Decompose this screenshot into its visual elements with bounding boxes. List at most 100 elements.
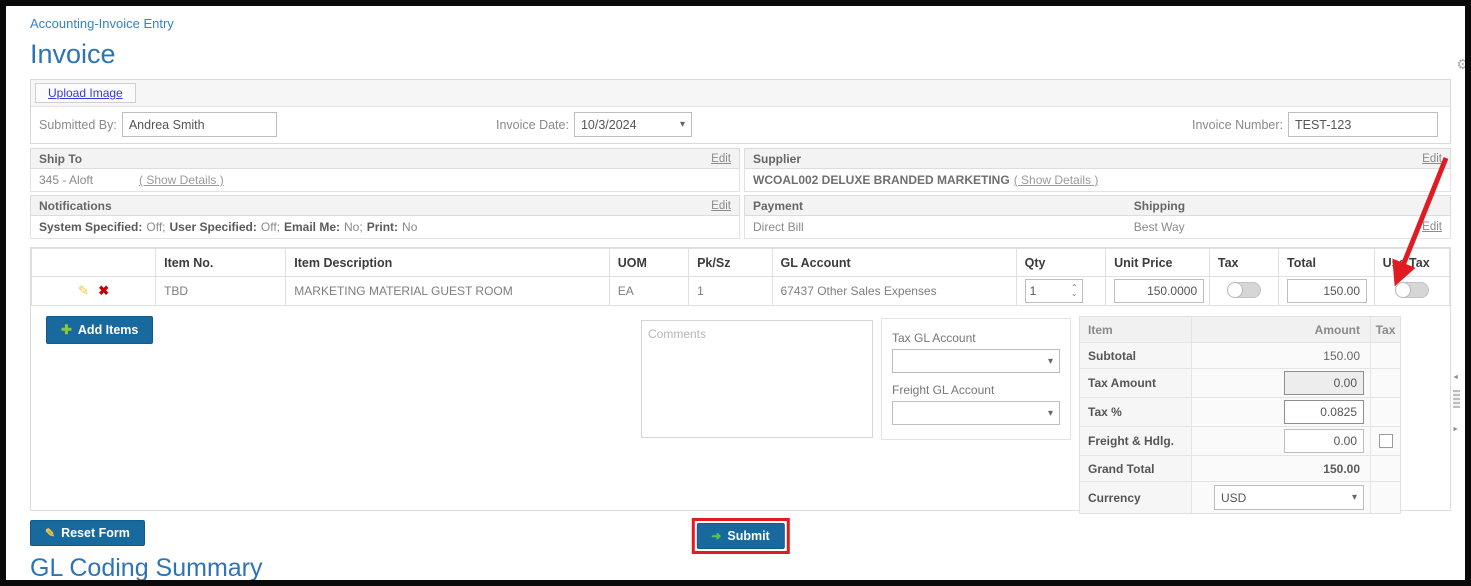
delete-row-icon[interactable]: ✖	[98, 283, 109, 298]
use-tax-toggle[interactable]	[1395, 282, 1429, 298]
reset-form-label: Reset Form	[61, 526, 130, 540]
grand-total-label: Grand Total	[1080, 456, 1192, 481]
submitted-by-label: Submitted By:	[39, 118, 117, 132]
line-items-panel: Item No. Item Description UOM Pk/Sz GL A…	[30, 247, 1451, 511]
unit-price-cell	[1106, 277, 1210, 306]
ship-to-show-details-link[interactable]: ( Show Details )	[139, 173, 224, 187]
notifications-edit-link[interactable]: Edit	[711, 200, 731, 212]
pencil-icon: ✎	[45, 526, 55, 540]
qty-cell: 1 ⌃⌄	[1016, 277, 1106, 306]
comments-textarea[interactable]	[641, 320, 873, 438]
add-items-button[interactable]: ✚ Add Items	[46, 316, 153, 344]
chevron-down-icon: ▾	[680, 119, 685, 130]
freight-row: Freight & Hdlg.	[1080, 427, 1400, 456]
tax-amount-row: Tax Amount	[1080, 369, 1400, 398]
invoice-number-label: Invoice Number:	[1192, 118, 1283, 132]
supplier-section: Supplier Edit WCOAL002 DELUXE BRANDED MA…	[744, 148, 1451, 192]
invoice-toolbar: Upload Image	[31, 80, 1450, 107]
gear-icon[interactable]: ⚙	[1456, 56, 1469, 73]
qty-stepper[interactable]: 1 ⌃⌄	[1025, 279, 1083, 303]
unit-price-input[interactable]	[1114, 279, 1204, 303]
plus-icon: ✚	[61, 322, 72, 338]
reset-form-button[interactable]: ✎ Reset Form	[30, 520, 145, 546]
subtotal-value: 150.00	[1192, 349, 1370, 363]
edit-row-icon[interactable]: ✎	[78, 283, 89, 298]
add-items-container: ✚ Add Items	[46, 316, 153, 344]
summary-tax-header: Tax	[1370, 317, 1400, 342]
pk-sz-cell: 1	[689, 277, 772, 306]
bottom-actions: ✎ Reset Form ➜ Submit	[30, 520, 1451, 553]
col-qty: Qty	[1016, 249, 1106, 277]
freight-input[interactable]	[1284, 429, 1364, 453]
tax-amount-input[interactable]	[1284, 371, 1364, 395]
header-fields-row: Submitted By: Invoice Date: 10/3/2024 ▾ …	[31, 107, 1450, 143]
uom-cell: EA	[609, 277, 688, 306]
payment-title: Payment	[753, 199, 803, 213]
upload-image-button[interactable]: Upload Image	[35, 83, 136, 103]
col-tax: Tax	[1209, 249, 1278, 277]
ship-to-edit-link[interactable]: Edit	[711, 153, 731, 165]
submit-button[interactable]: ➜ Submit	[696, 523, 784, 549]
summary-header-row: Item Amount Tax	[1080, 317, 1400, 343]
ship-to-title: Ship To	[39, 152, 82, 166]
scrollbar-grip[interactable]	[1453, 390, 1460, 408]
grand-total-value: 150.00	[1192, 462, 1370, 476]
row-actions-cell: ✎ ✖	[32, 277, 156, 306]
breadcrumb[interactable]: Accounting-Invoice Entry	[30, 16, 1451, 31]
invoice-date-select[interactable]: 10/3/2024 ▾	[574, 112, 692, 137]
tax-percent-label: Tax %	[1080, 398, 1192, 426]
currency-select[interactable]: USD ▾	[1214, 485, 1364, 510]
add-items-label: Add Items	[78, 323, 138, 337]
supplier-edit-link[interactable]: Edit	[1422, 153, 1442, 165]
chevron-down-icon: ▾	[1048, 408, 1053, 419]
col-total: Total	[1279, 249, 1375, 277]
shipping-edit-link[interactable]: Edit	[1422, 221, 1442, 233]
total-input[interactable]	[1287, 279, 1367, 303]
screenshot-frame: Accounting-Invoice Entry Invoice ⚙ Uploa…	[0, 0, 1471, 586]
col-item-no: Item No.	[156, 249, 286, 277]
invoice-date-label: Invoice Date:	[496, 118, 569, 132]
ship-to-section: Ship To Edit 345 - Aloft ( Show Details …	[30, 148, 740, 192]
line-items-table: Item No. Item Description UOM Pk/Sz GL A…	[31, 248, 1450, 306]
invoice-entry-page: Accounting-Invoice Entry Invoice ⚙ Uploa…	[6, 6, 1465, 580]
tax-amount-label: Tax Amount	[1080, 369, 1192, 397]
notifications-section: Notifications Edit System Specified:Off;…	[30, 195, 740, 239]
submitted-by-input[interactable]	[122, 112, 277, 137]
items-header-row: Item No. Item Description UOM Pk/Sz GL A…	[32, 249, 1450, 277]
summary-item-header: Item	[1080, 317, 1192, 342]
table-row: ✎ ✖ TBD MARKETING MATERIAL GUEST ROOM EA…	[32, 277, 1450, 306]
tax-gl-account-select[interactable]: ▾	[892, 349, 1060, 373]
supplier-show-details-link[interactable]: ( Show Details )	[1014, 173, 1099, 187]
gl-account-cell: 67437 Other Sales Expenses	[772, 277, 1016, 306]
currency-label: Currency	[1080, 482, 1192, 513]
item-no-cell: TBD	[156, 277, 286, 306]
totals-summary-table: Item Amount Tax Subtotal 150.00 Tax Amou…	[1079, 316, 1401, 514]
chevron-down-icon: ▾	[1048, 356, 1053, 367]
tax-percent-row: Tax %	[1080, 398, 1400, 427]
freight-tax-checkbox[interactable]	[1379, 434, 1393, 448]
col-gl-account: GL Account	[772, 249, 1016, 277]
grand-total-row: Grand Total 150.00	[1080, 456, 1400, 482]
summary-amount-header: Amount	[1192, 323, 1370, 337]
currency-value: USD	[1221, 491, 1246, 505]
freight-gl-account-select[interactable]: ▾	[892, 401, 1060, 425]
invoice-number-input[interactable]	[1288, 112, 1438, 137]
spinner-arrows-icon[interactable]: ⌃⌄	[1071, 285, 1078, 297]
shipping-title: Shipping	[1134, 199, 1185, 213]
address-sections: Ship To Edit 345 - Aloft ( Show Details …	[30, 148, 1451, 239]
payment-shipping-section: Payment Shipping Direct Bill Best Way Ed…	[744, 195, 1451, 239]
freight-gl-account-label: Freight GL Account	[892, 383, 1060, 397]
scroll-right-icon[interactable]: ►	[1452, 426, 1459, 433]
supplier-title: Supplier	[753, 152, 801, 166]
invoice-header-card: Upload Image Submitted By: Invoice Date:…	[30, 79, 1451, 144]
notifications-title: Notifications	[39, 199, 112, 213]
tax-gl-account-label: Tax GL Account	[892, 331, 1060, 345]
scroll-left-icon[interactable]: ◄	[1452, 374, 1459, 381]
actions-col-header	[32, 249, 156, 277]
tax-percent-input[interactable]	[1284, 400, 1364, 424]
subtotal-label: Subtotal	[1080, 343, 1192, 368]
tax-toggle[interactable]	[1227, 282, 1261, 298]
ship-to-value: 345 - Aloft	[39, 173, 139, 187]
col-unit-price: Unit Price	[1106, 249, 1210, 277]
item-description-cell: MARKETING MATERIAL GUEST ROOM	[286, 277, 609, 306]
